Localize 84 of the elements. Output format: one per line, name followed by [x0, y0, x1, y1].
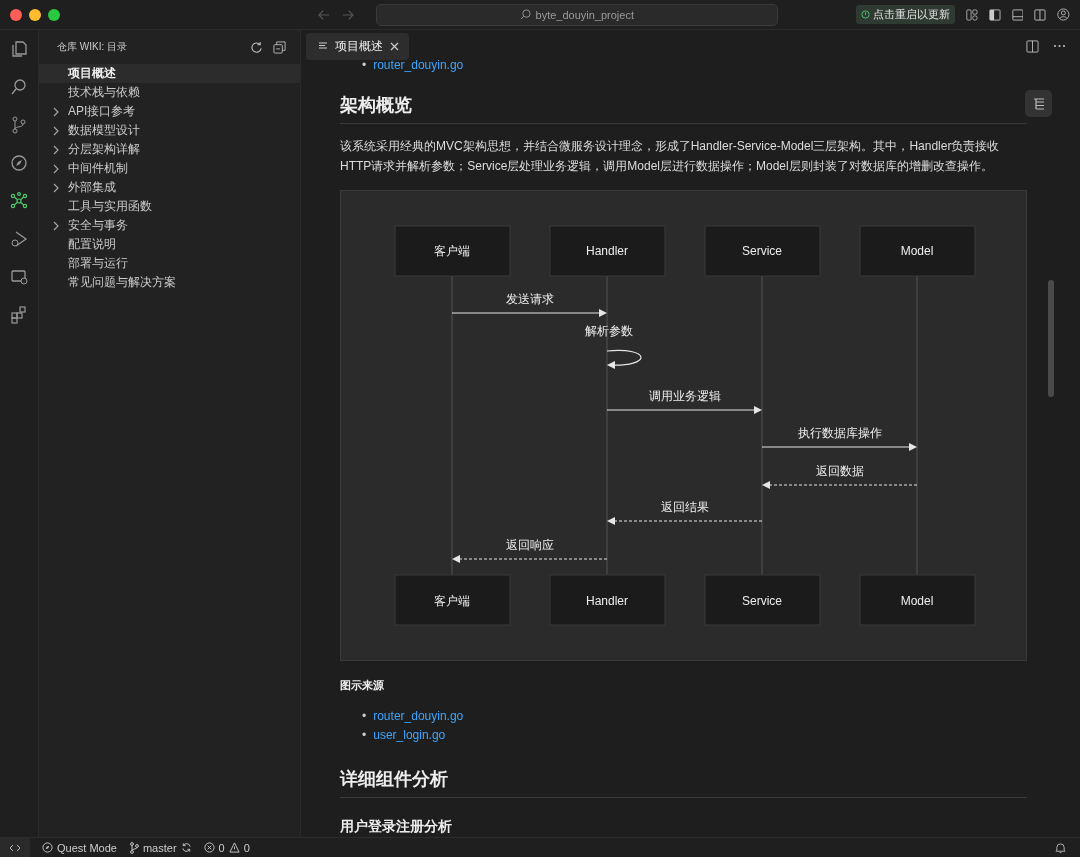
editor-tab[interactable]: 项目概述 — [306, 32, 409, 60]
chevron-icon — [52, 163, 60, 174]
branch-button[interactable]: master — [128, 841, 192, 854]
collapse-all-icon[interactable] — [273, 40, 286, 54]
file-link[interactable]: user_login.go — [373, 726, 446, 745]
problems-button[interactable]: 0 0 — [203, 841, 250, 854]
sidebar-item[interactable]: 数据模型设计 — [39, 121, 300, 140]
sync-icon[interactable] — [180, 842, 192, 853]
close-icon[interactable] — [390, 41, 399, 51]
chevron-icon — [52, 125, 60, 136]
subsection-heading: 用户登录注册分析 — [340, 818, 453, 836]
minimize-window-button[interactable] — [29, 8, 41, 21]
command-search-field[interactable]: byte_douyin_project — [375, 3, 778, 26]
participant-box: Service — [704, 574, 821, 626]
message-label: 返回数据 — [815, 464, 864, 478]
participant-box: Handler — [549, 574, 666, 626]
paragraph: 该系统采用经典的MVC架构思想，并结合微服务设计理念，形成了Handler-Service-Model三层架构。其中，Handler负责接收HTTP请求并解析参数；Service层处理业务逻辑，调用Model层进行数据操作；Model层则封装了对数据库的增删改查操作。 — [340, 138, 1001, 175]
account-icon[interactable] — [1057, 7, 1070, 22]
participant-box: Service — [704, 225, 821, 277]
warning-icon — [228, 842, 240, 853]
graph-nodes-icon[interactable] — [9, 191, 29, 211]
participant-box: 客户端 — [394, 574, 511, 626]
message-label: 返回响应 — [505, 538, 554, 552]
notification-bell-icon[interactable] — [1055, 841, 1066, 854]
sidebar-item[interactable]: 安全与事务 — [39, 216, 300, 235]
branch-icon — [128, 841, 139, 854]
search-icon — [519, 9, 531, 20]
refresh-icon[interactable] — [250, 40, 263, 54]
participant-box: 客户端 — [394, 225, 511, 277]
sidebar-item[interactable]: 部署与运行 — [39, 254, 300, 273]
remote-button[interactable] — [0, 838, 30, 857]
remote-monitor-icon[interactable] — [9, 267, 29, 287]
document-icon — [318, 41, 328, 51]
sidebar-item[interactable]: 配置说明 — [39, 235, 300, 254]
chevron-icon — [52, 106, 60, 117]
sidebar-item[interactable]: 外部集成 — [39, 178, 300, 197]
bullet: • — [362, 727, 367, 744]
source-control-icon[interactable] — [9, 115, 29, 135]
sidebar-item[interactable]: 常见问题与解决方案 — [39, 273, 300, 292]
sidebar-item[interactable]: 技术栈与依赖 — [39, 83, 300, 102]
chevron-icon — [52, 182, 60, 193]
layout-icon[interactable] — [965, 7, 978, 22]
extensions-icon[interactable] — [9, 305, 29, 325]
info-icon — [860, 10, 870, 19]
bullet: • — [362, 708, 367, 725]
sidebar-item[interactable]: 中间件机制 — [39, 159, 300, 178]
run-debug-icon[interactable] — [9, 229, 29, 249]
sources-title: 图示来源 — [340, 678, 385, 693]
scrollbar-thumb[interactable] — [1048, 280, 1054, 397]
search-icon[interactable] — [9, 77, 29, 97]
maximize-window-button[interactable] — [48, 8, 60, 21]
compass-icon[interactable] — [9, 153, 29, 173]
sidebar-item[interactable]: API接口参考 — [39, 102, 300, 121]
panel-toggle-icon[interactable] — [1011, 7, 1024, 22]
participant-box: Model — [859, 574, 976, 626]
sidebar-item[interactable]: 工具与实用函数 — [39, 197, 300, 216]
sidebar-item[interactable]: 项目概述 — [39, 64, 300, 83]
message-label: 调用业务逻辑 — [648, 389, 721, 403]
message-label: 解析参数 — [585, 324, 633, 338]
file-link[interactable]: router_douyin.go — [373, 707, 464, 726]
close-window-button[interactable] — [10, 8, 22, 21]
more-icon[interactable] — [1053, 44, 1066, 48]
files-icon[interactable] — [9, 39, 29, 59]
sidebar-toggle-icon[interactable] — [988, 7, 1001, 22]
section-heading: 详细组件分析 — [340, 767, 1027, 798]
split-view-icon[interactable] — [1034, 7, 1047, 22]
error-icon — [203, 842, 215, 853]
message-label: 返回结果 — [660, 500, 709, 514]
sidebar-title: 仓库 WIKI: 目录 — [57, 40, 128, 54]
outline-icon — [1031, 96, 1046, 111]
message-label: 执行数据库操作 — [797, 426, 882, 440]
message-label: 发送请求 — [505, 292, 554, 306]
update-button[interactable]: 点击重启以更新 — [855, 5, 955, 24]
chevron-icon — [52, 220, 60, 231]
chevron-icon — [52, 144, 60, 155]
outline-button[interactable] — [1025, 90, 1052, 117]
participant-box: Model — [859, 225, 976, 277]
section-heading: 架构概览 — [340, 93, 1027, 124]
sidebar-item[interactable]: 分层架构详解 — [39, 140, 300, 159]
split-editor-icon[interactable] — [1026, 39, 1039, 53]
quest-mode-button[interactable]: Quest Mode — [42, 841, 117, 854]
compass-icon — [42, 842, 53, 853]
participant-box: Handler — [549, 225, 666, 277]
bullet: • — [362, 57, 367, 74]
